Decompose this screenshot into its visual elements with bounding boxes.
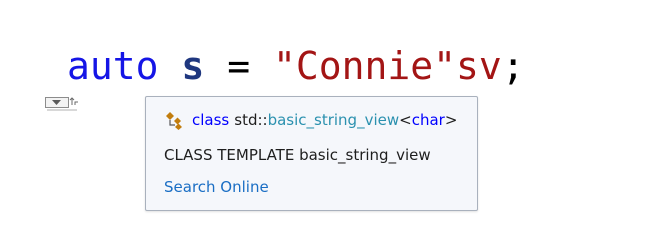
- keyword-auto: auto: [67, 44, 159, 88]
- tooltip-description: CLASS TEMPLATE basic_string_view: [164, 146, 431, 164]
- search-online-link[interactable]: Search Online: [164, 178, 269, 196]
- statement-terminator: ;: [501, 44, 525, 88]
- signature-keyword: class: [192, 111, 230, 129]
- signature-type-name: basic_string_view: [267, 111, 400, 129]
- code-line[interactable]: auto s = "Connie"sv;: [67, 38, 525, 94]
- signature-namespace: std::: [234, 111, 268, 129]
- signature-open-angle: <: [399, 111, 412, 129]
- string-literal: "Connie": [272, 44, 456, 88]
- variable-s[interactable]: s: [181, 44, 204, 88]
- class-icon: [164, 110, 184, 130]
- quick-action-icon[interactable]: [45, 96, 81, 112]
- signature-template-arg: char: [411, 111, 445, 129]
- signature-row: class std:: basic_string_view < char >: [164, 110, 457, 130]
- literal-suffix[interactable]: sv: [456, 44, 502, 88]
- quick-info-tooltip: class std:: basic_string_view < char > C…: [145, 96, 478, 211]
- assignment-operator: =: [227, 44, 251, 88]
- signature-close-angle: >: [444, 111, 458, 129]
- editor-surface: auto s = "Connie"sv; class std:: basic_s…: [0, 0, 658, 252]
